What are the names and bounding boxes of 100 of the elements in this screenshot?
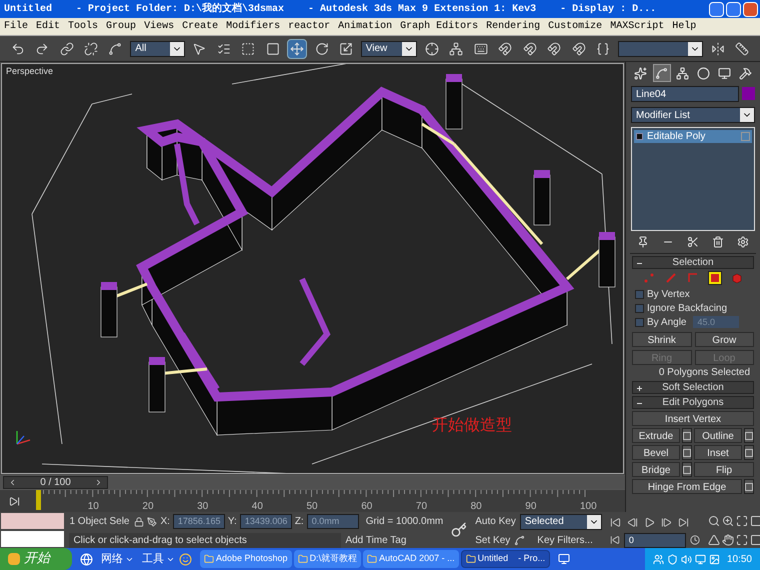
menu-item[interactable]: Edit [36,19,60,34]
time-slider-thumb[interactable]: 0 / 100 [3,476,108,489]
panel-button[interactable]: Extrude [632,428,680,443]
zoom-in-icon[interactable] [722,515,734,527]
auto-key-button[interactable]: Auto Key [475,514,516,529]
polygon-level-button[interactable] [708,271,722,285]
pen-icon[interactable] [147,516,158,526]
menu-item[interactable]: Graph Editors [400,19,478,34]
viewport[interactable]: Perspective 开始做造型 [1,63,624,474]
frame-marker[interactable] [36,490,41,510]
triangle-icon[interactable] [708,534,720,546]
menu-item[interactable]: Rendering [486,19,540,34]
quick-launch-menu[interactable]: 工具 [142,550,175,568]
set-key-button[interactable]: Set Key [475,532,510,548]
menu-item[interactable]: Animation [338,19,392,34]
trash-icon[interactable] [712,236,724,248]
panel-button[interactable]: Bevel [632,445,680,460]
panel-button[interactable]: Flip [694,462,754,477]
modifier-stack-list[interactable]: Editable Poly [631,127,755,231]
play-icon[interactable] [644,516,655,528]
quick-launch-menu[interactable]: 网络 [101,550,134,568]
taskbar-button[interactable]: D:\就哥教程 [294,550,362,568]
object-color-swatch[interactable] [742,87,755,100]
people-icon[interactable] [652,554,664,564]
zoom-extents-icon[interactable] [736,515,748,527]
key-mode-dropdown[interactable]: Selected [520,514,602,530]
menu-item[interactable]: Customize [548,19,602,34]
panel-button[interactable]: Inset [694,445,742,460]
settings-box-button[interactable] [744,479,754,494]
settings-box-button[interactable] [682,428,692,443]
taskbar-button[interactable]: Adobe Photoshop [200,550,292,568]
curve-icon[interactable] [514,534,526,546]
modifier-list-dropdown[interactable]: Modifier List [631,107,755,123]
lock-icon[interactable] [134,516,144,526]
face-icon[interactable] [179,552,192,566]
script-listener-field[interactable] [1,513,64,529]
skip-forward-icon[interactable] [678,516,689,528]
pan-icon[interactable] [722,534,734,546]
menu-item[interactable]: File [4,19,28,34]
panel-button[interactable]: Bridge [632,462,680,477]
menu-item[interactable]: Create [182,19,218,34]
close-button[interactable] [743,2,758,16]
panel-button[interactable]: Insert Vertex [632,411,754,426]
taskbar-button[interactable]: AutoCAD 2007 - ... [363,550,459,568]
move-button[interactable] [287,38,307,58]
settings-box-button[interactable] [682,445,692,460]
menu-item[interactable]: Modifiers [226,19,280,34]
panel-button[interactable]: Hinge From Edge [632,479,742,494]
step-back-icon[interactable] [626,516,638,528]
coordinate-system-dropdown[interactable]: View [360,40,418,56]
checkbox[interactable] [635,290,644,298]
script-listener-field[interactable] [1,531,64,547]
menu-item[interactable]: MAXScript [610,19,664,34]
named-selection-field[interactable] [618,40,704,56]
menu-item[interactable]: Tools [68,19,98,34]
rollout-header[interactable]: Soft Selection [632,381,754,394]
add-time-tag-button[interactable]: Add Time Tag [345,532,406,548]
settings-box-button[interactable] [744,445,754,460]
start-button[interactable]: 开始 [0,548,72,570]
desktop-icon[interactable] [558,553,570,565]
settings-box-button[interactable] [682,462,692,477]
current-frame-field[interactable]: 0 [624,532,686,548]
time-slider-track[interactable]: 0 / 100 [0,476,625,489]
skip-back-icon[interactable] [610,516,621,528]
pin-icon[interactable] [636,236,649,248]
rollout-header[interactable]: Edit Polygons [632,396,754,409]
restore-button[interactable] [726,2,741,16]
frame-number: 50 [306,500,318,514]
checkbox[interactable] [635,318,644,326]
object-name-field[interactable]: Line04 [631,86,739,102]
settings-box-button[interactable] [744,428,754,443]
speaker-icon[interactable] [680,554,692,564]
menu-item[interactable]: Views [144,19,174,34]
minimize-button[interactable] [709,2,724,16]
curve-tab[interactable] [652,64,670,82]
menu-item[interactable]: reactor [288,19,330,34]
browser-icon[interactable] [80,552,93,566]
modifier-stack-item[interactable]: Editable Poly [634,130,752,143]
key-icon[interactable] [451,522,468,538]
maximize-icon[interactable] [736,534,748,546]
time-config-icon[interactable] [690,535,700,545]
taskbar-button[interactable]: Untitled - Pro... [460,550,550,568]
panel-button[interactable]: Grow [694,332,754,347]
picture-icon[interactable] [708,554,720,564]
key-filters-button[interactable]: Key Filters... [537,532,593,548]
panel-button[interactable]: Shrink [632,332,692,347]
checkbox[interactable] [635,304,644,312]
zoom-icon[interactable] [708,515,720,527]
shield-icon[interactable] [666,554,678,564]
settings-icon[interactable] [737,236,750,248]
menu-item[interactable]: Group [106,19,136,34]
selection-filter-dropdown[interactable]: All [130,40,185,56]
scissors-icon[interactable] [686,236,699,248]
panel-button[interactable]: Outline [694,428,742,443]
menu-item[interactable]: Help [672,19,696,34]
checkbox-label: By Vertex [647,288,690,302]
step-forward-icon[interactable] [660,516,672,528]
curve-icon [108,42,122,56]
rollout-header[interactable]: Selection [632,256,754,269]
viewport-label[interactable]: Perspective [6,65,54,78]
